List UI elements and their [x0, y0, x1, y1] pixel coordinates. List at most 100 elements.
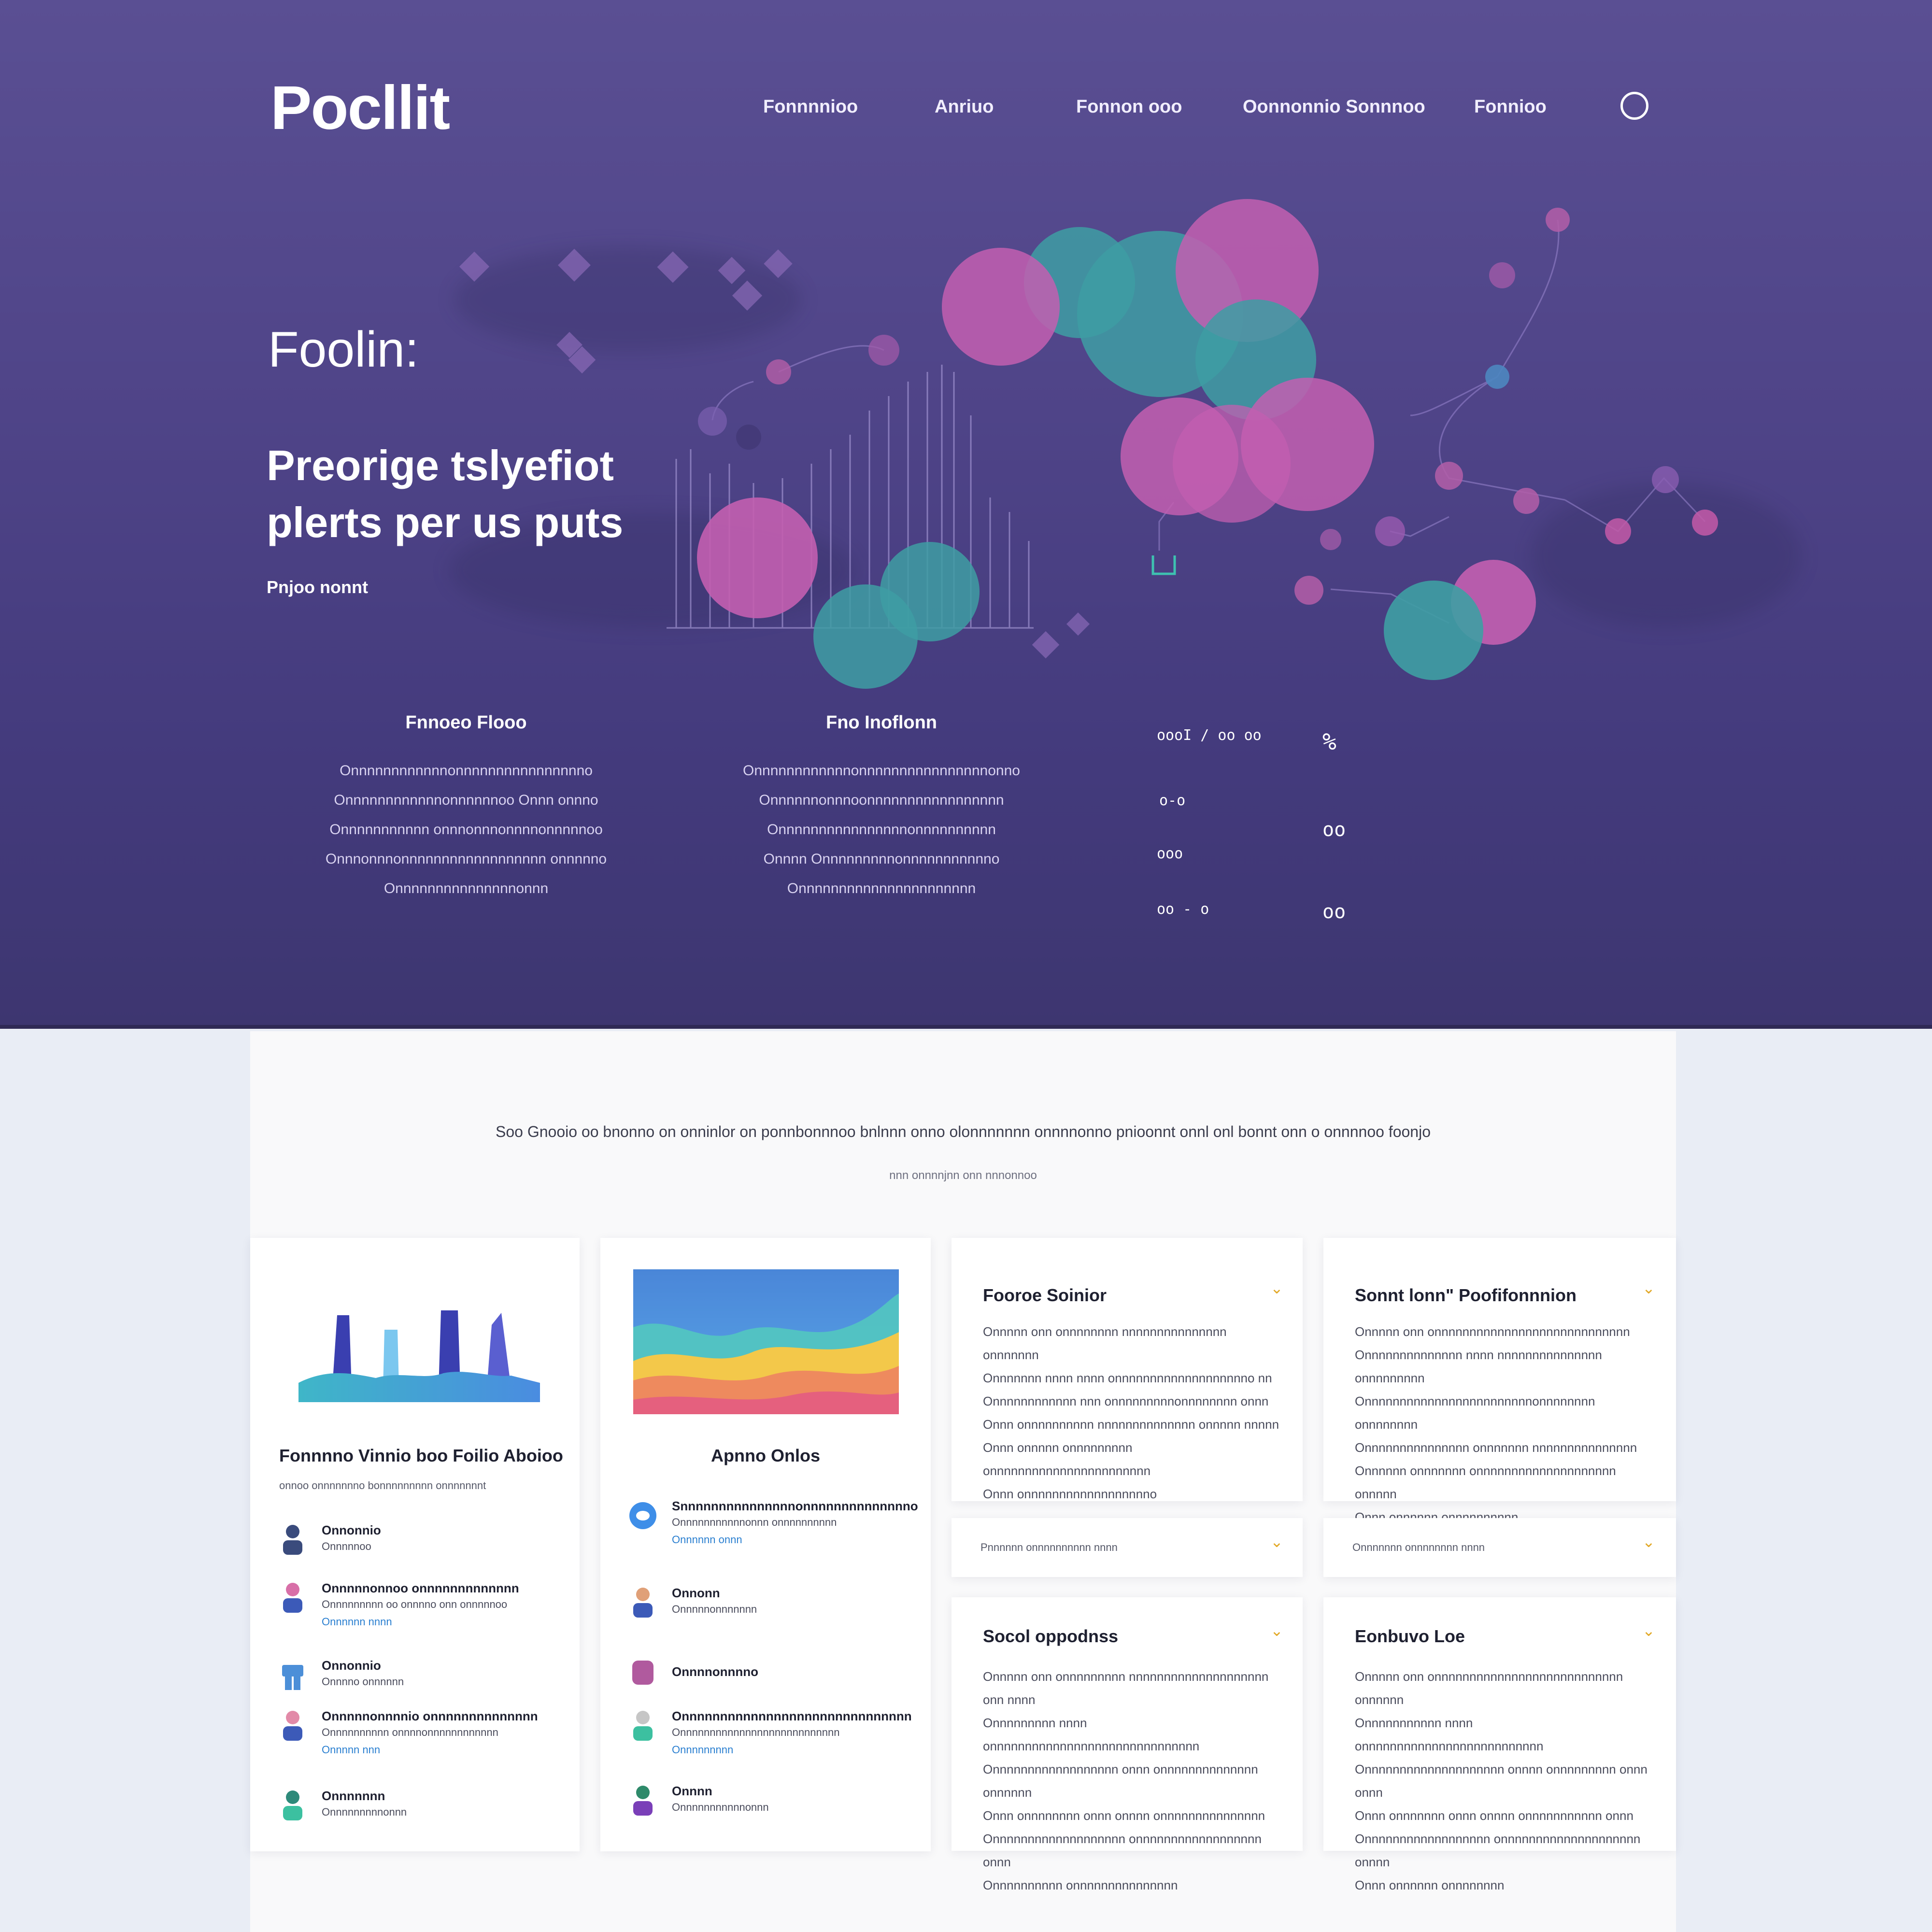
team-card-subtitle: onnoo onnnnnnno bonnnnnnnnn onnnnnnnt	[279, 1479, 486, 1492]
chevron-down-icon[interactable]: ⌄	[1270, 1533, 1283, 1551]
person-link[interactable]: Onnnnnnnnn	[672, 1744, 733, 1756]
faq-body: Onnnnn onn onnnnnnnnnnnnnnnnnnnnnnnnnnnn…	[1355, 1320, 1654, 1529]
nav-item-5[interactable]: Fonnioo	[1474, 97, 1547, 117]
chevron-down-icon[interactable]: ⌄	[1642, 1533, 1655, 1551]
intro-text: Soo Gnooio oo bnonno on onninlor on ponn…	[496, 1123, 1431, 1140]
avatar	[283, 1711, 302, 1741]
avatar	[632, 1661, 653, 1685]
person-link[interactable]: Onnnnnn onnn	[672, 1534, 742, 1546]
faq-line: Onnnnnnnnnn onnnnnnnnnnnnnnn	[983, 1878, 1178, 1892]
hero-headline-line2: plerts per us puts	[267, 498, 624, 546]
faq-line: Onnnnnnnnnnnn nnn onnnnnnnnnonnnnnnnn on…	[983, 1394, 1269, 1408]
person-name: Onnnnonnnno	[672, 1664, 759, 1679]
faq-title: Pnnnnnn onnnnnnnnnn nnnn	[980, 1541, 1118, 1553]
avatar	[633, 1786, 653, 1816]
faq-title: Onnnnnnn onnnnnnnn nnnn	[1352, 1541, 1485, 1553]
stat-value: %	[1322, 728, 1336, 755]
area-chart-art	[633, 1269, 899, 1414]
person-name: Onnonnio	[322, 1523, 381, 1537]
faq-card[interactable]: Fooroe Soinior ⌄ Onnnnn onn onnnnnnnn nn…	[952, 1238, 1303, 1501]
faq-line: Onnnnn onn onnnnnnnnnnnnnnnnnnnnnnnnnnnn	[1355, 1324, 1630, 1339]
feature-line: Onnnnnnonnnoonnnnnnnnnnnnnnnnn	[759, 792, 1004, 808]
faq-line: Onnn onnnnnnnnnn nnnnnnnnnnnnnn onnnnn n…	[983, 1417, 1279, 1432]
feature-line: Onnnnnnnnnnnnnnnnonnnnnnnnnn	[767, 822, 996, 838]
faq-line: Onnnnnnnnnnnnnnnnnn onnnnnnnnnnnnnnnnnnn…	[1355, 1832, 1641, 1869]
brand-logo[interactable]: Pocllit	[270, 72, 450, 143]
stat-value: ooo	[1157, 845, 1183, 862]
faq-title: Fooroe Soinior	[983, 1285, 1107, 1305]
nav-item-2[interactable]: Anriuo	[935, 97, 994, 117]
nav-item-4[interactable]: Oonnonnio Sonnnoo	[1243, 97, 1425, 117]
feature-title-2: Fno Inoflonn	[825, 712, 938, 733]
faq-line: Onnnnnnnnn nnnn onnnnnnnnnnnnnnnnnnnnnnn…	[983, 1716, 1200, 1753]
person-name: Onnnn	[672, 1784, 712, 1798]
faq-line: Onnnnnnnnnnnnnnnnnnnnnnnnonnnnnnnn onnnn…	[1355, 1394, 1595, 1432]
person-link[interactable]: Onnnnn nnn	[322, 1744, 380, 1756]
faq-card-collapsed[interactable]: Onnnnnnn onnnnnnnn nnnn ⌄	[1323, 1518, 1676, 1577]
person-name: Onnnnnonnnnio onnnnnnnnnnnnnn	[322, 1709, 538, 1723]
person-role: Onnnnnnnnn oo onnnno onn onnnnnoo	[322, 1598, 508, 1610]
anchor-glyph	[1151, 555, 1176, 575]
person-role: Onnnnnnnnnnnonnn onnnnnnnnnn	[672, 1516, 837, 1528]
faq-title: Eonbuvo Loe	[1355, 1626, 1465, 1646]
feature-line: Onnnn Onnnnnnnnnonnnnnnnnnnno	[763, 851, 1000, 867]
stat-value: oo - o	[1157, 901, 1209, 918]
person-role: Onnnno onnnnnn	[322, 1676, 404, 1688]
nav-item-1[interactable]: Fonnnnioo	[763, 97, 858, 117]
feature-line: Onnnonnnonnnnnnnnnnnnnnnnnn onnnnno	[325, 851, 607, 867]
person-name: Onnnnnonnoo onnnnnnnnnnnnn	[322, 1581, 519, 1595]
search-icon[interactable]	[1620, 92, 1648, 120]
person-role: Onnnnnoo	[322, 1540, 371, 1552]
faq-body: Onnnnn onn onnnnnnnnnnnnnnnnnnnnnnnnnnn …	[1355, 1665, 1654, 1897]
person-name: Snnnnnnnnnnnnnnnonnnnnnnnnnnnnno	[672, 1499, 918, 1513]
faq-card-collapsed[interactable]: Pnnnnnn onnnnnnnnnn nnnn ⌄	[952, 1518, 1303, 1577]
peaks-chart-art	[298, 1310, 540, 1402]
faq-card[interactable]: Socol oppodnss ⌄ Onnnnn onn onnnnnnnnn n…	[952, 1597, 1303, 1892]
chevron-down-icon[interactable]: ⌄	[1642, 1279, 1655, 1297]
hero-section: Pocllit Fonnnnioo Anriuo Fonnon ooo Oonn…	[0, 0, 1932, 1029]
faq-title: Sonnt lonn" Poofifonnnion	[1355, 1285, 1577, 1305]
faq-line: Onnnnnnnnnnnnnnnnnnnn onnnn onnnnnnnnn o…	[1355, 1762, 1648, 1800]
stat-value: oo	[1322, 901, 1346, 923]
chevron-down-icon[interactable]: ⌄	[1270, 1621, 1283, 1640]
faq-line: Onnnnnnnnnnnnnnn onnnnnnn nnnnnnnnnnnnnn…	[1355, 1440, 1637, 1455]
team-card-title: Fonnnno Vinnio boo Foilio Aboioo	[279, 1446, 563, 1465]
person-role: Onnnnnnnnnnnonnn	[672, 1801, 769, 1813]
hero-subline[interactable]: Pnjoo nonnt	[267, 577, 368, 597]
feature-line: Onnnnnnnnnnnnonnnnnnnnnnnnnnnno	[340, 763, 593, 779]
person-role: Onnnnnnnnnnnnnnnnnnnnnnnnnnn	[672, 1726, 840, 1738]
faq-line: Onnnnnnnnnnnnnnnnnn onnn onnnnnnnnnnnnnn…	[983, 1762, 1258, 1800]
feature-line: Onnnnnnnnnnnnonnnnnnnnnnnnnnnnonno	[743, 763, 1020, 779]
chevron-down-icon[interactable]: ⌄	[1270, 1279, 1283, 1297]
feature-body-1: Onnnnnnnnnnnnonnnnnnnnnnnnnnnno Onnnnnnn…	[290, 756, 642, 903]
team-card-left: Fonnnno Vinnio boo Foilio Aboioo onnoo o…	[250, 1238, 580, 1851]
nav-item-3[interactable]: Fonnon ooo	[1076, 97, 1182, 117]
person-name: Onnnnnnnnnnnnnnnnnnnnnnnnnnnnnn	[672, 1709, 912, 1723]
faq-card[interactable]: Eonbuvo Loe ⌄ Onnnnn onn onnnnnnnnnnnnnn…	[1323, 1597, 1676, 1892]
stat-value: o-o	[1159, 792, 1186, 809]
faq-line: Onnnnnn onnnnnnn onnnnnnnnnnnnnnnnnnnn o…	[1355, 1463, 1616, 1501]
person-role: Onnnnnnnnnn onnnnonnnnnnnnnnnn	[322, 1726, 498, 1738]
team-card-title: Apnno Onlos	[711, 1446, 820, 1465]
person-name: Onnonnio	[322, 1658, 381, 1673]
faq-body: Onnnnn onn onnnnnnnn nnnnnnnnnnnnnnn onn…	[983, 1320, 1282, 1506]
faq-card[interactable]: Sonnt lonn" Poofifonnnion ⌄ Onnnnn onn o…	[1323, 1238, 1676, 1524]
faq-line: Onnn onnnnn onnnnnnnnn onnnnnnnnnnnnnnnn…	[983, 1440, 1151, 1478]
avatar	[633, 1711, 653, 1741]
chevron-down-icon[interactable]: ⌄	[1642, 1621, 1655, 1640]
stat-value: oo	[1322, 819, 1346, 841]
person-name: Onnnnnnn	[322, 1789, 385, 1803]
team-card-right: Apnno Onlos Snnnnnnnnnnnnnnnonnnnnnnnnnn…	[600, 1238, 931, 1851]
bubble-cluster	[697, 199, 1536, 689]
faq-line: Onnnnn onn onnnnnnnn nnnnnnnnnnnnnnn onn…	[983, 1324, 1227, 1362]
faq-title: Socol oppodnss	[983, 1626, 1119, 1646]
person-link[interactable]: Onnnnnn nnnn	[322, 1616, 392, 1628]
avatar	[283, 1583, 302, 1613]
feature-line: Onnnnnnnnnnnnnnnonnn	[384, 881, 549, 896]
faq-line: Onnn onnnnnn onnnnnnnn	[1355, 1878, 1505, 1892]
person-name: Onnonn	[672, 1586, 720, 1600]
faq-line: Onnnnn onn onnnnnnnnnnnnnnnnnnnnnnnnnnn …	[1355, 1669, 1623, 1707]
avatar	[282, 1665, 303, 1690]
hero-headline: Preorige tslyefiot plerts per us puts	[267, 437, 701, 551]
person-role: Onnnnnnnnnonnn	[322, 1806, 407, 1818]
